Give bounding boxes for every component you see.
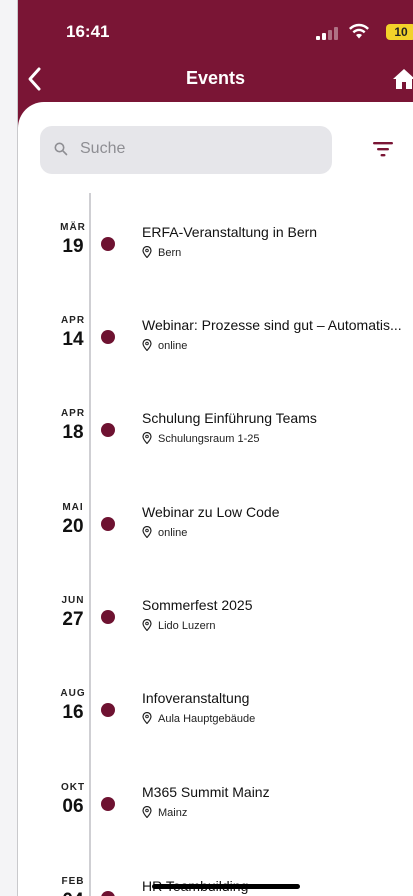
- nav-bar: Events: [18, 62, 413, 98]
- event-location-text: Aula Hauptgebäude: [158, 713, 256, 725]
- event-location: Aula Hauptgebäude: [142, 712, 255, 725]
- home-icon[interactable]: [392, 68, 413, 90]
- event-location-text: online: [158, 527, 188, 539]
- event-date: MÄR 19: [56, 222, 90, 258]
- event-item[interactable]: MÄR 19 ERFA-Veranstaltung in Bern Bern: [18, 222, 413, 278]
- location-pin-icon: [142, 806, 152, 818]
- event-date: OKT 06: [56, 782, 90, 818]
- event-day: 04: [56, 890, 90, 896]
- event-location-text: online: [158, 340, 188, 352]
- event-location: Lido Luzern: [142, 619, 216, 632]
- filter-icon[interactable]: [372, 140, 394, 158]
- event-month: FEB: [61, 876, 85, 887]
- location-pin-icon: [142, 246, 152, 258]
- event-location: online: [142, 526, 187, 539]
- timeline-dot: [101, 330, 115, 344]
- event-day: 27: [62, 609, 84, 630]
- event-item[interactable]: AUG 16 Infoveranstaltung Aula Hauptgebäu…: [18, 688, 413, 744]
- event-title: M365 Summit Mainz: [142, 784, 270, 800]
- timeline-dot: [101, 517, 115, 531]
- event-item[interactable]: OKT 06 M365 Summit Mainz Mainz: [18, 782, 413, 838]
- event-day: 19: [62, 236, 84, 257]
- event-location: Bern: [142, 246, 181, 259]
- event-day: 14: [62, 329, 84, 350]
- event-day: 18: [62, 422, 84, 443]
- event-month: APR: [60, 315, 86, 326]
- event-item[interactable]: MAI 20 Webinar zu Low Code online: [18, 502, 413, 558]
- location-pin-icon: [142, 712, 152, 724]
- event-month: MAI: [62, 502, 84, 513]
- timeline-dot: [101, 703, 115, 717]
- timeline-dot: [101, 237, 115, 251]
- previous-screen-edge-inner: [0, 0, 17, 896]
- event-month: JUN: [61, 595, 85, 606]
- event-day: 16: [62, 702, 84, 723]
- status-time: 16:41: [66, 22, 110, 41]
- status-bar: 16:41 10: [18, 0, 413, 62]
- location-pin-icon: [142, 526, 152, 538]
- location-pin-icon: [142, 432, 152, 444]
- timeline-dot: [101, 610, 115, 624]
- search-field[interactable]: Suche: [40, 126, 332, 174]
- event-date: APR 18: [56, 408, 90, 444]
- event-location: Schulungsraum 1-25: [142, 432, 260, 445]
- event-month: OKT: [60, 782, 86, 793]
- event-title: Schulung Einführung Teams: [142, 410, 317, 426]
- event-location-text: Lido Luzern: [158, 620, 216, 632]
- battery-indicator: 10: [386, 24, 413, 40]
- event-title: Webinar: Prozesse sind gut – Automatis..…: [142, 317, 402, 333]
- event-date: FEB 04: [56, 876, 90, 896]
- search-placeholder: Suche: [80, 140, 126, 157]
- event-title: Sommerfest 2025: [142, 597, 253, 613]
- event-location: Mainz: [142, 806, 187, 819]
- timeline-dot: [101, 891, 115, 896]
- event-month: AUG: [60, 688, 86, 699]
- event-title: ERFA-Veranstaltung in Bern: [142, 224, 318, 240]
- event-location-text: Bern: [158, 247, 182, 259]
- location-pin-icon: [142, 339, 152, 351]
- timeline-dot: [101, 797, 115, 811]
- search-icon: [54, 142, 68, 156]
- event-day: 20: [62, 516, 84, 537]
- event-item[interactable]: APR 14 Webinar: Prozesse sind gut – Auto…: [18, 315, 413, 371]
- event-location-text: Schulungsraum 1-25: [158, 433, 260, 445]
- home-indicator[interactable]: [152, 884, 300, 889]
- event-item[interactable]: APR 18 Schulung Einführung Teams Schulun…: [18, 408, 413, 464]
- location-pin-icon: [142, 619, 152, 631]
- event-date: APR 14: [56, 315, 90, 351]
- event-day: 06: [62, 796, 84, 817]
- event-date: AUG 16: [56, 688, 90, 724]
- event-item[interactable]: JUN 27 Sommerfest 2025 Lido Luzern: [18, 595, 413, 651]
- timeline-dot: [101, 423, 115, 437]
- event-date: JUN 27: [56, 595, 90, 631]
- wifi-icon: [349, 23, 369, 39]
- page-title: Events: [185, 68, 246, 88]
- event-title: Webinar zu Low Code: [142, 504, 280, 520]
- event-title: Infoveranstaltung: [142, 690, 250, 706]
- signal-icon: [316, 26, 338, 40]
- event-month: MÄR: [60, 222, 86, 233]
- event-date: MAI 20: [56, 502, 90, 538]
- event-location: online: [142, 339, 187, 352]
- event-month: APR: [60, 408, 86, 419]
- event-location-text: Mainz: [158, 807, 188, 819]
